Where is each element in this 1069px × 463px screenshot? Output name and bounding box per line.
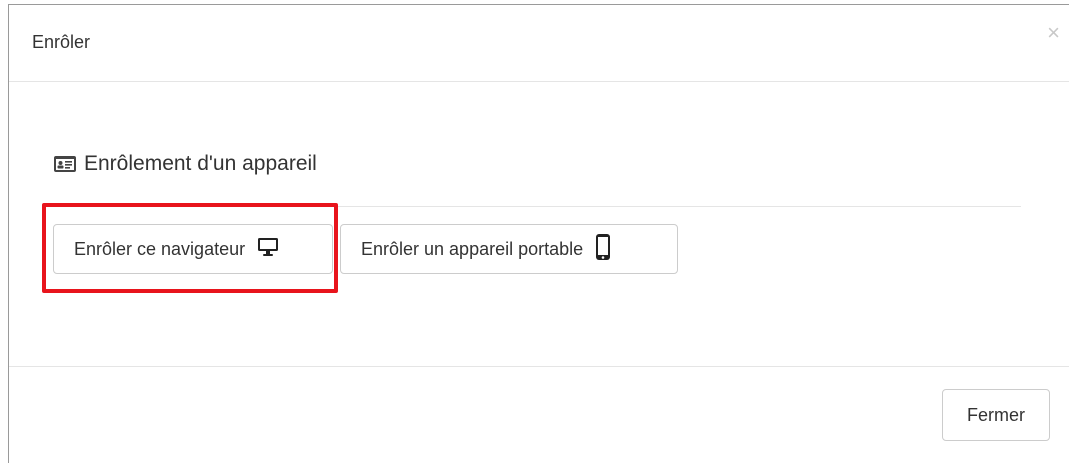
modal-header: Enrôler × bbox=[9, 5, 1069, 82]
close-button-label: Fermer bbox=[967, 404, 1025, 425]
enroll-browser-label: Enrôler ce navigateur bbox=[74, 238, 246, 259]
desktop-icon bbox=[257, 237, 279, 262]
enroll-mobile-label: Enrôler un appareil portable bbox=[361, 238, 584, 259]
id-card-icon bbox=[53, 155, 77, 173]
section-heading-text: Enrôlement d'un appareil bbox=[84, 152, 317, 175]
section-divider bbox=[53, 206, 1021, 207]
close-icon[interactable]: × bbox=[1047, 22, 1060, 44]
enroll-browser-button[interactable]: Enrôler ce navigateur bbox=[53, 224, 333, 274]
mobile-phone-icon bbox=[595, 233, 611, 266]
enroll-mobile-button[interactable]: Enrôler un appareil portable bbox=[340, 224, 678, 274]
modal-footer-divider bbox=[9, 366, 1069, 367]
section-heading: Enrôlement d'un appareil bbox=[53, 152, 317, 176]
close-button[interactable]: Fermer bbox=[942, 389, 1050, 441]
modal-title: Enrôler bbox=[32, 32, 91, 52]
